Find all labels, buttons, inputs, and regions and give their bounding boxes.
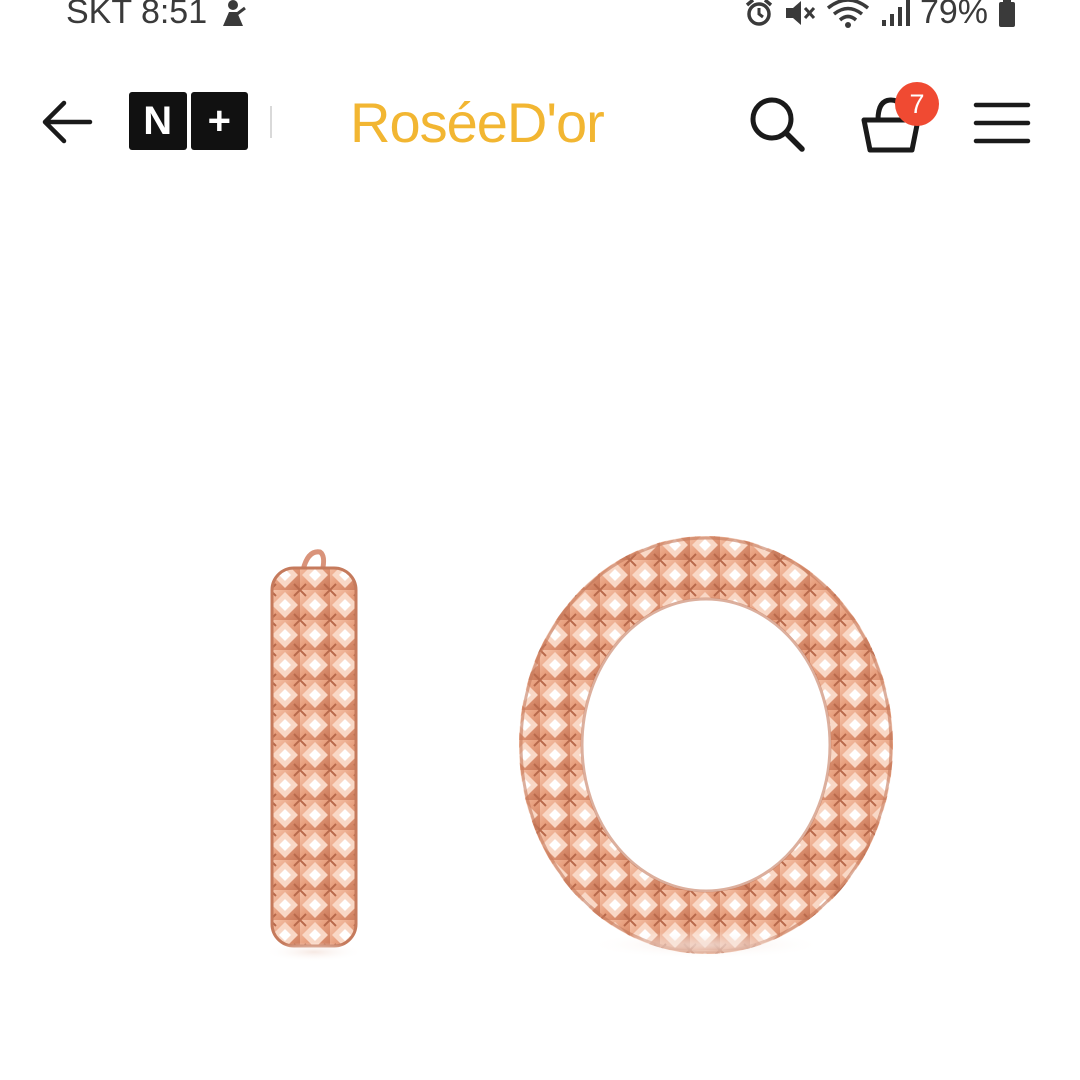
status-left: SKT 8:51	[66, 0, 247, 32]
status-right: 79%	[744, 0, 1016, 32]
hamburger-menu-icon	[973, 102, 1031, 144]
left-earring	[264, 549, 364, 962]
battery-percent: 79%	[919, 0, 988, 31]
naver-plus-badge[interactable]: N +	[129, 92, 248, 150]
signal-icon	[880, 0, 910, 28]
back-button[interactable]	[38, 98, 96, 146]
app-header: N + RoséeD'or 7	[0, 80, 1080, 170]
hoop-earrings-image	[264, 536, 893, 962]
brand-logo[interactable]: RoséeD'or	[350, 88, 605, 158]
right-earring	[519, 536, 893, 959]
product-image[interactable]	[0, 200, 1080, 1080]
wifi-icon	[826, 0, 870, 28]
alarm-icon	[744, 0, 774, 28]
product-detail-screen: SKT 8:51 79% N + RoséeD'or 7	[0, 0, 1080, 1080]
mute-icon	[784, 0, 816, 28]
badge-plus: +	[190, 92, 248, 150]
battery-icon	[998, 0, 1016, 28]
badge-n: N	[129, 92, 187, 150]
header-divider	[270, 106, 272, 138]
cart-count-badge: 7	[895, 82, 939, 126]
status-bar: SKT 8:51 79%	[0, 0, 1080, 40]
arrow-left-icon	[42, 100, 93, 144]
notification-person-icon	[219, 0, 247, 28]
search-button[interactable]	[746, 93, 808, 155]
search-icon	[750, 97, 805, 152]
carrier-time: SKT 8:51	[66, 0, 208, 31]
menu-button[interactable]	[972, 100, 1032, 146]
